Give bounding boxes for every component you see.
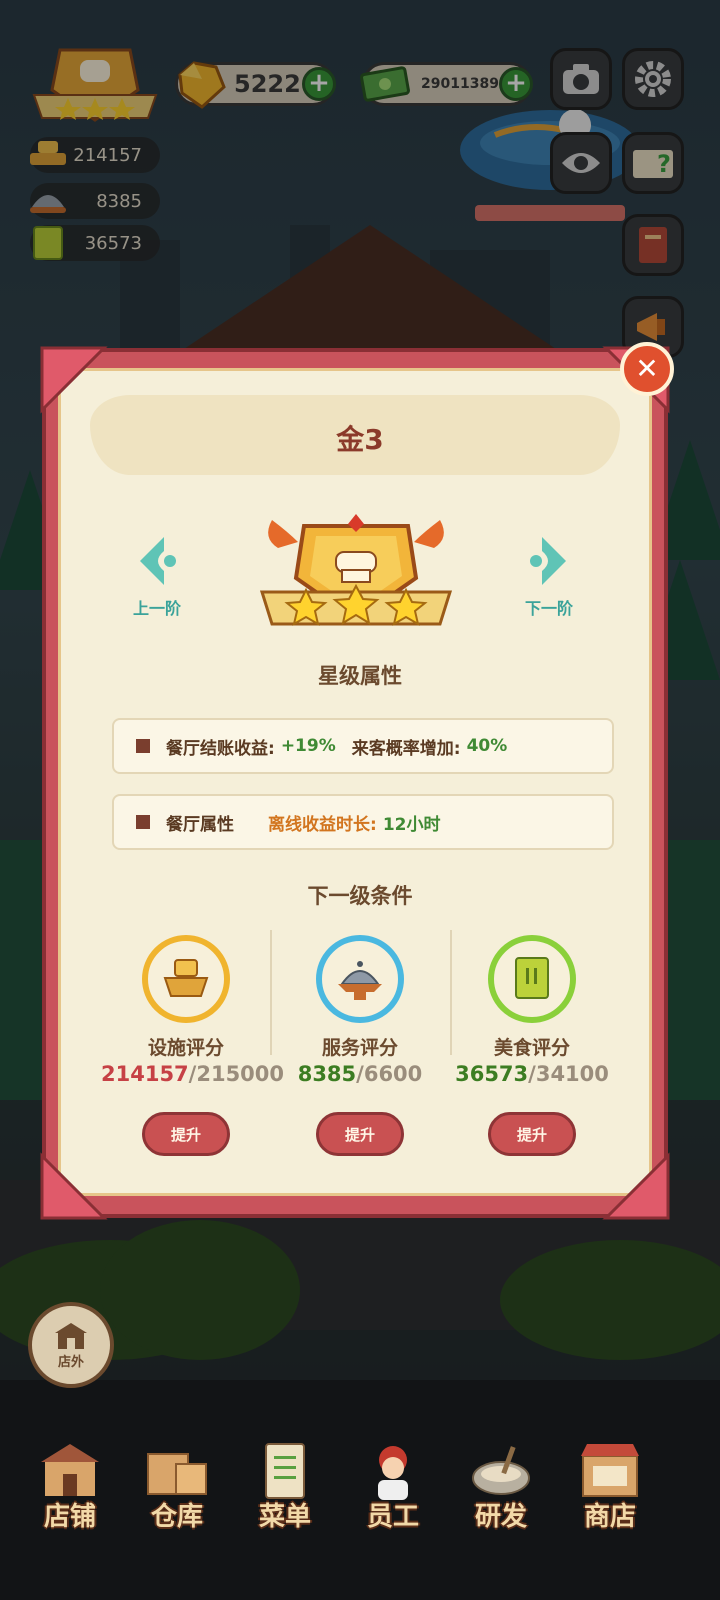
tab-research[interactable]: 研发	[451, 1430, 551, 1560]
facility-current-value: 214157	[101, 1062, 189, 1086]
upgrade-facility-button[interactable]: 提升	[142, 1112, 230, 1156]
tab-staff[interactable]: 员工	[343, 1430, 443, 1560]
upgrade-label: 提升	[516, 1125, 547, 1144]
bullet-square-icon	[136, 739, 150, 753]
arrow-left-icon	[140, 537, 176, 585]
frame-corner-ornament	[602, 1152, 670, 1220]
close-button[interactable]: ✕	[620, 342, 674, 396]
tab-menu-label: 菜单	[258, 1502, 311, 1532]
offline-duration-label: 离线收益时长:	[268, 814, 377, 835]
dialog-title: 金3	[336, 423, 384, 456]
star-attributes-title: 星级属性	[318, 664, 402, 688]
facility-ring	[142, 935, 230, 1023]
food-target-value: /34100	[528, 1062, 609, 1086]
gold-rank-badge-icon	[259, 514, 453, 627]
tab-shop-label: 店铺	[43, 1502, 96, 1532]
tab-store-label: 商店	[583, 1502, 636, 1532]
facility-condition: 设施评分 214157/215000 提升	[101, 935, 284, 1156]
facility-score-label: 设施评分	[147, 1037, 224, 1059]
upgrade-label: 提升	[170, 1125, 201, 1144]
tab-store[interactable]: 商店	[560, 1430, 660, 1560]
prev-rank-button[interactable]: 上一阶	[112, 535, 202, 619]
checkout-income-label: 餐厅结账收益:	[166, 738, 275, 759]
tab-warehouse-label: 仓库	[150, 1502, 203, 1532]
upgrade-label: 提升	[344, 1125, 375, 1144]
store-icon	[581, 1444, 639, 1497]
food-ring	[488, 935, 576, 1023]
tab-shop[interactable]: 店铺	[20, 1430, 120, 1560]
outside-view-button[interactable]: 店外	[28, 1302, 114, 1388]
service-ring	[316, 935, 404, 1023]
upgrade-service-button[interactable]: 提升	[316, 1112, 404, 1156]
facility-icon	[163, 959, 209, 997]
close-icon: ✕	[635, 352, 659, 385]
service-condition: 服务评分 8385/6600 提升	[275, 935, 445, 1156]
bottom-tab-bar: 店铺 仓库 菜单 员工 研发 商店	[0, 1430, 720, 1560]
tab-research-label: 研发	[474, 1502, 527, 1532]
frame-corner-ornament	[40, 1152, 108, 1220]
outside-view-label: 店外	[57, 1354, 84, 1370]
menu-icon	[265, 1443, 305, 1499]
tab-warehouse[interactable]: 仓库	[127, 1430, 227, 1560]
bullet-square-icon	[136, 815, 150, 829]
next-level-conditions-title: 下一级条件	[307, 884, 413, 908]
next-rank-button[interactable]: 下一阶	[504, 535, 594, 619]
next-rank-label: 下一阶	[524, 599, 573, 618]
food-condition: 美食评分 36573/34100 提升	[447, 935, 617, 1156]
guest-chance-value: 40%	[466, 736, 508, 756]
research-icon	[472, 1446, 530, 1495]
guest-chance-label: 来客概率增加:	[351, 738, 461, 759]
arrow-right-icon	[530, 537, 566, 585]
service-score-label: 服务评分	[321, 1037, 398, 1059]
recipe-book-icon	[515, 957, 549, 999]
tab-staff-label: 员工	[366, 1502, 419, 1532]
restaurant-attribute-label: 餐厅属性	[166, 814, 234, 835]
prev-rank-label: 上一阶	[132, 599, 181, 618]
cloche-icon	[338, 961, 382, 1000]
food-score-label: 美食评分	[493, 1037, 570, 1059]
frame-corner-ornament	[40, 346, 108, 414]
food-current-value: 36573	[455, 1062, 529, 1086]
service-target-value: /6600	[356, 1062, 423, 1086]
facility-target-value: /215000	[188, 1062, 285, 1086]
attribute-row-offline: 餐厅属性 离线收益时长: 12小时	[112, 794, 614, 850]
storefront-icon	[55, 1322, 87, 1349]
upgrade-food-button[interactable]: 提升	[488, 1112, 576, 1156]
offline-duration-value: 12小时	[382, 814, 441, 835]
staff-icon	[378, 1446, 408, 1500]
tab-menu[interactable]: 菜单	[235, 1430, 335, 1560]
service-current-value: 8385	[297, 1062, 357, 1086]
checkout-income-value: +19%	[280, 736, 336, 756]
attribute-row-income: 餐厅结账收益: +19% 来客概率增加: 40%	[112, 718, 614, 774]
shop-icon	[41, 1444, 99, 1496]
warehouse-icon	[147, 1453, 207, 1495]
